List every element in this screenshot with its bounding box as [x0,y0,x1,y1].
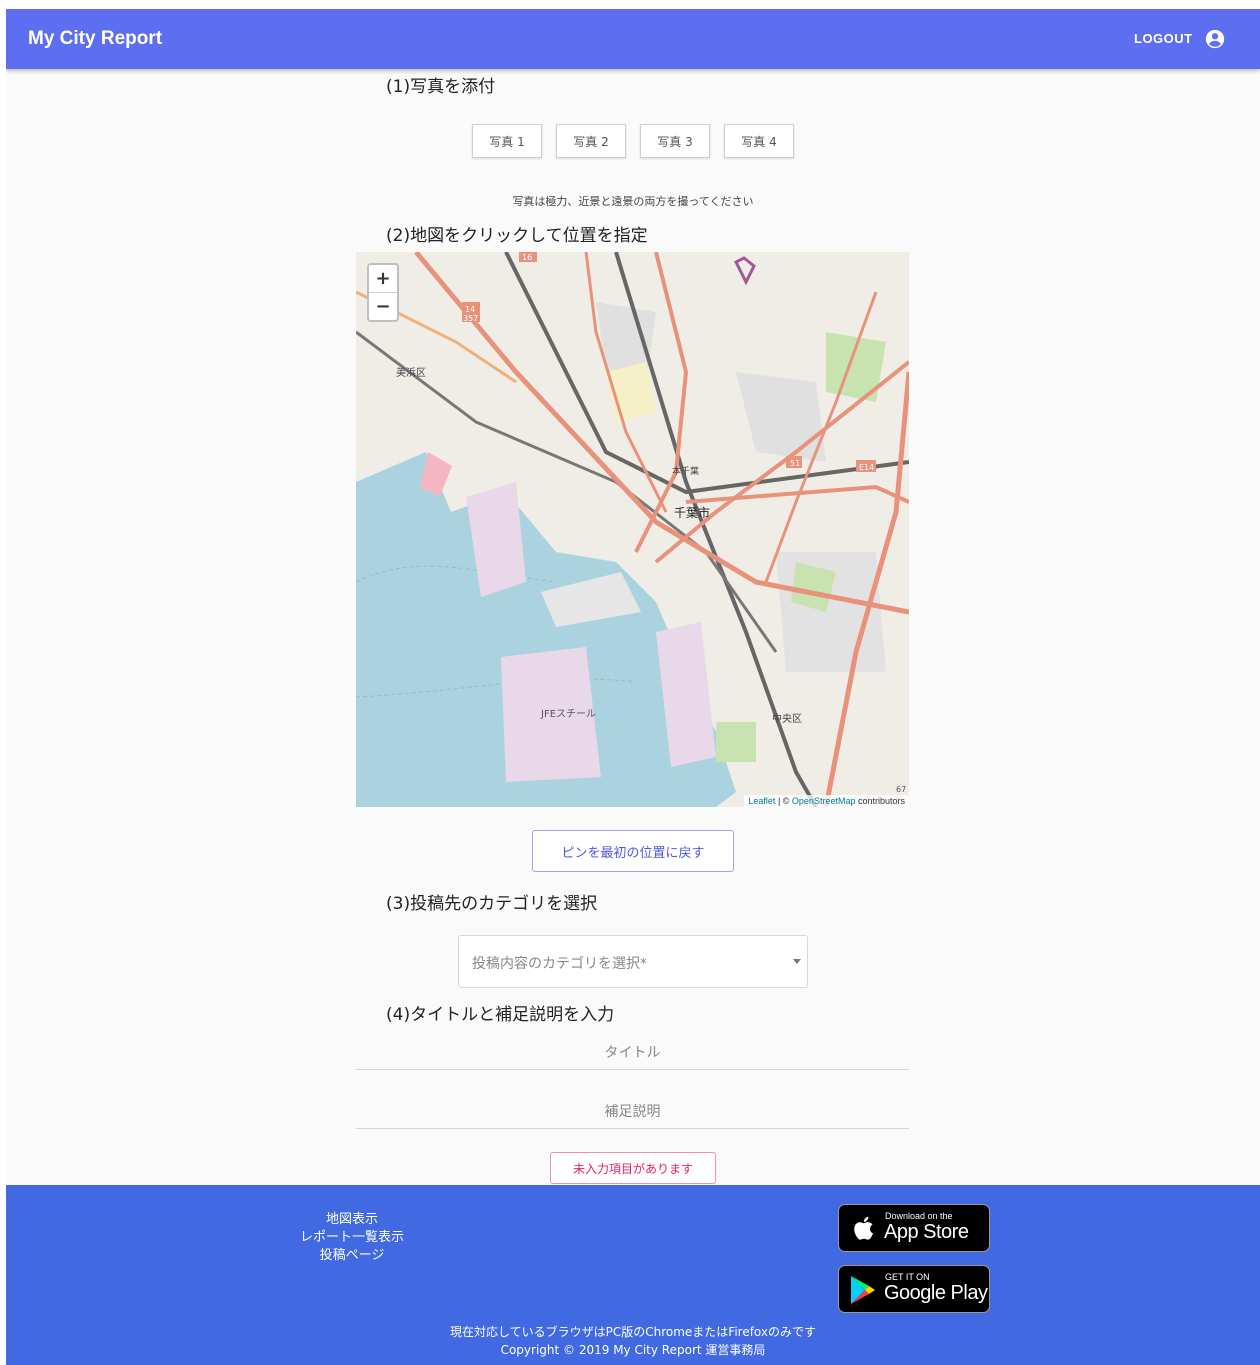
map-label-route-e14: E14 [859,463,874,472]
browser-support-note: 現在対応しているブラウザはPC版のChromeまたはFirefoxのみです [449,1325,817,1339]
dropdown-arrow-icon [793,959,801,964]
category-select-placeholder: 投稿内容のカテゴリを選択* [472,956,647,972]
title-input[interactable]: タイトル [356,1035,909,1070]
reset-pin-button[interactable]: ピンを最初の位置に戻す [532,830,734,872]
description-input-placeholder: 補足説明 [604,1104,661,1120]
google-play-badge[interactable]: GET IT ON Google Play [838,1265,990,1313]
app-title[interactable]: My City Report [28,28,162,50]
missing-fields-button[interactable]: 未入力項目があります [550,1152,716,1184]
app-store-big-text: App Store [884,1221,969,1243]
step1-heading: (1)写真を添付 [386,77,496,97]
map-tiles[interactable]: 千葉市 JFEスチール 中央区 美浜区 本千葉 E14 14 357 51 16… [356,252,909,807]
google-play-small-text: GET IT ON [885,1272,930,1282]
map-label-honchiba: 本千葉 [672,465,699,477]
title-input-placeholder: タイトル [604,1045,661,1061]
photo-3-button[interactable]: 写真 3 [640,124,710,158]
map-label-route-14: 14 [465,305,475,314]
map-attribution: Leaflet | © OpenStreetMap contributors [744,795,909,807]
map-label-route-357: 357 [463,314,478,323]
map-zoom-control: + − [367,263,399,322]
zoom-in-button[interactable]: + [369,265,397,292]
footer-link-map[interactable]: 地図表示 [280,1208,424,1227]
location-map[interactable]: 千葉市 JFEスチール 中央区 美浜区 本千葉 E14 14 357 51 16… [356,252,909,807]
footer: 地図表示 レポート一覧表示 投稿ページ Download on the App … [6,1185,1260,1365]
map-label-route-67: 67 [896,785,906,794]
step2-heading: (2)地図をクリックして位置を指定 [386,226,648,246]
footer-link-post-page[interactable]: 投稿ページ [280,1244,424,1263]
map-label-route-51: 51 [790,459,800,468]
account-circle-icon[interactable] [1204,28,1226,50]
app-store-badge[interactable]: Download on the App Store [838,1204,990,1252]
copyright: Copyright © 2019 My City Report 運営事務局 [500,1343,766,1357]
step4-heading: (4)タイトルと補足説明を入力 [386,1005,615,1025]
logout-button[interactable]: LOGOUT [1134,31,1193,46]
zoom-out-button[interactable]: − [369,292,397,320]
google-play-big-text: Google Play [884,1282,988,1304]
map-label-mihama-ku: 美浜区 [396,366,426,379]
map-label-chuo-ku: 中央区 [772,712,802,725]
photo-4-button[interactable]: 写真 4 [724,124,794,158]
photo-1-button[interactable]: 写真 1 [472,124,542,158]
app-store-small-text: Download on the [885,1211,953,1221]
osm-link[interactable]: OpenStreetMap [792,796,856,806]
apple-icon [854,1216,873,1240]
map-label-jfe-steel: JFEスチール [540,708,596,720]
photo-note: 写真は極力、近景と遠景の両方を撮ってください [512,195,754,208]
description-input[interactable]: 補足説明 [356,1094,909,1129]
map-label-route-16: 16 [522,253,532,262]
page: My City Report LOGOUT (1)写真を添付 写真 1 写真 2… [6,9,1260,1365]
map-label-chiba-city: 千葉市 [674,505,710,520]
step3-heading: (3)投稿先のカテゴリを選択 [386,894,598,914]
attribution-tail: contributors [855,796,905,806]
footer-link-report-list[interactable]: レポート一覧表示 [280,1226,424,1245]
photo-2-button[interactable]: 写真 2 [556,124,626,158]
leaflet-link[interactable]: Leaflet [748,796,775,806]
google-play-icon [851,1276,875,1304]
category-select[interactable]: 投稿内容のカテゴリを選択* [458,935,808,988]
attribution-separator: | © [775,796,792,806]
app-bar: My City Report LOGOUT [6,9,1260,69]
